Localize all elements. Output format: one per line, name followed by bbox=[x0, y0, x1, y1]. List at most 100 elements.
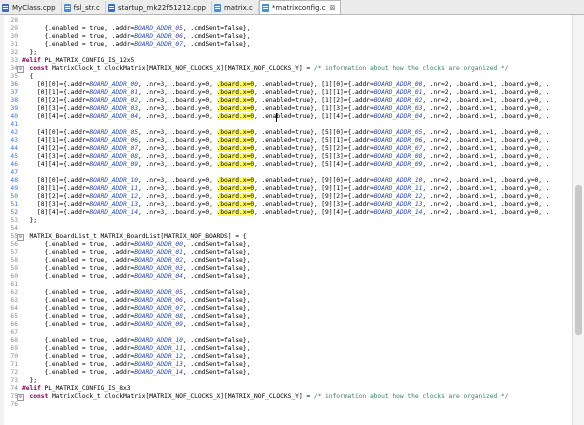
code-line[interactable]: 40 [0][4]={.addr=BOARD_ADDR_04, .nr=3, .… bbox=[0, 113, 572, 121]
code-line[interactable]: 66 {.enabled = true, .addr=BOARD_ADDR_09… bbox=[0, 321, 572, 329]
code-line[interactable]: 76 bbox=[0, 401, 572, 409]
code-line[interactable]: 31 {.enabled = true, .addr=BOARD_ADDR_07… bbox=[0, 41, 572, 49]
code-line[interactable]: 63 {.enabled = true, .addr=BOARD_ADDR_06… bbox=[0, 297, 572, 305]
tab-fsl-str-c[interactable]: fsl_str.c bbox=[62, 1, 106, 14]
code-line[interactable]: 68 {.enabled = true, .addr=BOARD_ADDR_10… bbox=[0, 337, 572, 345]
code-text: }; bbox=[22, 49, 37, 56]
scrollbar-thumb[interactable] bbox=[575, 185, 582, 335]
line-number: 53 bbox=[10, 217, 18, 224]
tab-myclass-cpp[interactable]: MyClass.cpp bbox=[0, 1, 62, 14]
code-text: [4][1]={.addr=BOARD_ADDR_06, .nr=3, .boa… bbox=[22, 137, 550, 144]
line-number: 58 bbox=[10, 257, 18, 264]
code-line[interactable]: 71 {.enabled = true, .addr=BOARD_ADDR_13… bbox=[0, 361, 572, 369]
code-line[interactable]: 51 [8][3]={.addr=BOARD_ADDR_13, .nr=3, .… bbox=[0, 201, 572, 209]
code-text: {.enabled = true, .addr=BOARD_ADDR_05, .… bbox=[22, 289, 251, 296]
code-line[interactable]: 36 [0][0]={.addr=BOARD_ADDR_00, .nr=3, .… bbox=[0, 81, 572, 89]
code-line[interactable]: 64 {.enabled = true, .addr=BOARD_ADDR_07… bbox=[0, 305, 572, 313]
line-number: 45 bbox=[10, 153, 18, 160]
code-line[interactable]: 39 [0][3]={.addr=BOARD_ADDR_03, .nr=3, .… bbox=[0, 105, 572, 113]
code-line[interactable]: 29 {.enabled = true, .addr=BOARD_ADDR_05… bbox=[0, 25, 572, 33]
code-text: [4][0]={.addr=BOARD_ADDR_05, .nr=3, .boa… bbox=[22, 129, 550, 136]
code-line[interactable]: 69 {.enabled = true, .addr=BOARD_ADDR_11… bbox=[0, 345, 572, 353]
code-text: {.enabled = true, .addr=BOARD_ADDR_03, .… bbox=[22, 265, 251, 272]
code-line[interactable]: 47 bbox=[0, 169, 572, 177]
code-line[interactable]: 75 ⊖ const MatrixClock_t clockMatrix[MATR… bbox=[0, 393, 572, 401]
line-number: 51 bbox=[10, 201, 18, 208]
code-line[interactable]: 32 }; bbox=[0, 49, 572, 57]
code-line[interactable]: 60 {.enabled = true, .addr=BOARD_ADDR_04… bbox=[0, 273, 572, 281]
code-text: {.enabled = true, .addr=BOARD_ADDR_01, .… bbox=[22, 249, 251, 256]
code-line[interactable]: 74 #elif PL_MATRIX_CONFIG_IS_8x3 bbox=[0, 385, 572, 393]
code-line[interactable]: 38 [0][2]={.addr=BOARD_ADDR_02, .nr=3, .… bbox=[0, 97, 572, 105]
line-number: 68 bbox=[10, 337, 18, 344]
line-number: 54 bbox=[10, 225, 18, 232]
code-line[interactable]: 70 {.enabled = true, .addr=BOARD_ADDR_12… bbox=[0, 353, 572, 361]
tab-startup-mk22f51212-cpp[interactable]: startup_mk22f51212.cpp bbox=[106, 1, 212, 14]
editor-tab-bar: MyClass.cpp fsl_str.c startup_mk22f51212.c… bbox=[0, 0, 584, 15]
code-line[interactable]: 72 {.enabled = true, .addr=BOARD_ADDR_14… bbox=[0, 369, 572, 377]
line-number: 56 bbox=[10, 241, 18, 248]
line-number: 47 bbox=[10, 169, 18, 176]
code-line[interactable]: 65 {.enabled = true, .addr=BOARD_ADDR_08… bbox=[0, 313, 572, 321]
code-text: {.enabled = true, .addr=BOARD_ADDR_05, .… bbox=[22, 25, 251, 32]
code-text: [8][1]={.addr=BOARD_ADDR_11, .nr=3, .boa… bbox=[22, 185, 550, 192]
code-line[interactable]: 73 }; bbox=[0, 377, 572, 385]
line-number: 59 bbox=[10, 265, 18, 272]
code-line[interactable]: 30 {.enabled = true, .addr=BOARD_ADDR_06… bbox=[0, 33, 572, 41]
line-number: 44 bbox=[10, 145, 18, 152]
line-number: 67 bbox=[10, 329, 18, 336]
code-line[interactable]: 33 #elif PL_MATRIX_CONFIG_IS_12x5 bbox=[0, 57, 572, 65]
cpp-file-icon bbox=[2, 3, 9, 12]
code-text: { bbox=[22, 73, 34, 80]
line-number: 63 bbox=[10, 297, 18, 304]
code-line[interactable]: 42 [4][0]={.addr=BOARD_ADDR_05, .nr=3, .… bbox=[0, 129, 572, 137]
code-text: {.enabled = true, .addr=BOARD_ADDR_06, .… bbox=[22, 33, 251, 40]
code-line[interactable]: 37 [0][1]={.addr=BOARD_ADDR_01, .nr=3, .… bbox=[0, 89, 572, 97]
vertical-scrollbar[interactable] bbox=[572, 15, 584, 425]
code-line[interactable]: 46 [4][4]={.addr=BOARD_ADDR_09, .nr=3, .… bbox=[0, 161, 572, 169]
code-line[interactable]: 43 [4][1]={.addr=BOARD_ADDR_06, .nr=3, .… bbox=[0, 137, 572, 145]
code-line[interactable]: 50 [8][2]={.addr=BOARD_ADDR_12, .nr=3, .… bbox=[0, 193, 572, 201]
tab-matrixconfig-c[interactable]: *matrixconfig.c ⊠ bbox=[258, 0, 342, 14]
code-line[interactable]: 55 ⊖ MATRIX_BoardList_t MATRIX_BoardList[… bbox=[0, 233, 572, 241]
code-line[interactable]: 35 { bbox=[0, 73, 572, 81]
line-number: 48 bbox=[10, 177, 18, 184]
tab-label: matrix.c bbox=[223, 3, 253, 12]
code-text: {.enabled = true, .addr=BOARD_ADDR_06, .… bbox=[22, 297, 251, 304]
code-line[interactable]: 45 [4][3]={.addr=BOARD_ADDR_08, .nr=3, .… bbox=[0, 153, 572, 161]
code-line[interactable]: 59 {.enabled = true, .addr=BOARD_ADDR_03… bbox=[0, 265, 572, 273]
cpp-file-icon bbox=[107, 3, 115, 12]
code-line[interactable]: 58 {.enabled = true, .addr=BOARD_ADDR_02… bbox=[0, 257, 572, 265]
code-line[interactable]: 52 [8][4]={.addr=BOARD_ADDR_14, .nr=3, .… bbox=[0, 209, 572, 217]
code-line[interactable]: 61 bbox=[0, 281, 572, 289]
tab-matrix-c[interactable]: matrix.c bbox=[212, 1, 259, 14]
code-line[interactable]: 57 {.enabled = true, .addr=BOARD_ADDR_01… bbox=[0, 249, 572, 257]
line-number: 60 bbox=[10, 273, 18, 280]
code-line[interactable]: 48 [8][0]={.addr=BOARD_ADDR_10, .nr=3, .… bbox=[0, 177, 572, 185]
code-line[interactable]: 54 bbox=[0, 225, 572, 233]
code-text: #elif PL_MATRIX_CONFIG_IS_12x5 bbox=[22, 57, 135, 64]
code-line[interactable]: 67 bbox=[0, 329, 572, 337]
code-editor[interactable]: 28 29 {.enabled = true, .addr=BOARD_ADDR_… bbox=[0, 15, 572, 425]
code-line[interactable]: 49 [8][1]={.addr=BOARD_ADDR_11, .nr=3, .… bbox=[0, 185, 572, 193]
code-line[interactable]: 44 [4][2]={.addr=BOARD_ADDR_07, .nr=3, .… bbox=[0, 145, 572, 153]
ide-window: MyClass.cpp fsl_str.c startup_mk22f51212.c… bbox=[0, 0, 584, 425]
close-tab-icon[interactable]: ⊠ bbox=[330, 4, 336, 12]
code-line[interactable]: 28 bbox=[0, 17, 572, 25]
code-line[interactable]: 34 ⊖ const MatrixClock_t clockMatrix[MATR… bbox=[0, 65, 572, 73]
line-number: 42 bbox=[10, 129, 18, 136]
c-file-icon bbox=[213, 3, 221, 12]
code-line[interactable]: 53 }; bbox=[0, 217, 572, 225]
code-line[interactable]: 56 {.enabled = true, .addr=BOARD_ADDR_00… bbox=[0, 241, 572, 249]
tab-label: *matrixconfig.c bbox=[271, 3, 326, 12]
line-number: 28 bbox=[10, 17, 18, 24]
line-number: 74 bbox=[10, 385, 18, 392]
tab-label: fsl_str.c bbox=[73, 3, 100, 12]
c-file-icon bbox=[261, 3, 269, 12]
code-line[interactable]: 41 bbox=[0, 121, 572, 129]
code-text: {.enabled = true, .addr=BOARD_ADDR_07, .… bbox=[22, 305, 251, 312]
code-text: const MatrixClock_t clockMatrix[MATRIX_N… bbox=[29, 393, 509, 400]
tab-label: startup_mk22f51212.cpp bbox=[117, 3, 206, 12]
code-text: {.enabled = true, .addr=BOARD_ADDR_07, .… bbox=[22, 41, 251, 48]
code-line[interactable]: 62 {.enabled = true, .addr=BOARD_ADDR_05… bbox=[0, 289, 572, 297]
